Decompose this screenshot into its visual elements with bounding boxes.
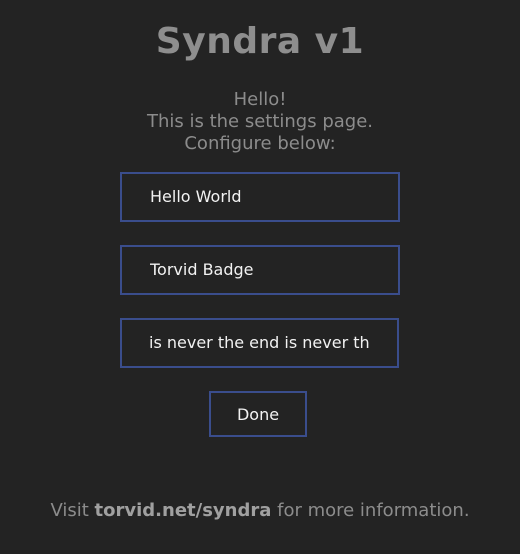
footer-prefix: Visit: [50, 500, 95, 521]
settings-page: Syndra v1 Hello! This is the settings pa…: [0, 0, 520, 554]
footer-suffix: for more information.: [271, 500, 470, 521]
intro-line-greeting: Hello!: [233, 89, 287, 110]
intro-line-instruction: Configure below:: [184, 133, 336, 154]
done-button[interactable]: Done: [209, 391, 307, 437]
footer-link[interactable]: torvid.net/syndra: [95, 500, 272, 521]
intro-line-description: This is the settings page.: [146, 111, 374, 132]
page-title: Syndra v1: [155, 21, 365, 62]
text-field-1[interactable]: [120, 172, 400, 222]
footer-info: Visit torvid.net/syndra for more informa…: [0, 500, 520, 522]
text-field-3[interactable]: [120, 318, 399, 368]
text-field-2[interactable]: [120, 245, 400, 295]
intro-text: Hello! This is the settings page. Config…: [0, 89, 520, 155]
